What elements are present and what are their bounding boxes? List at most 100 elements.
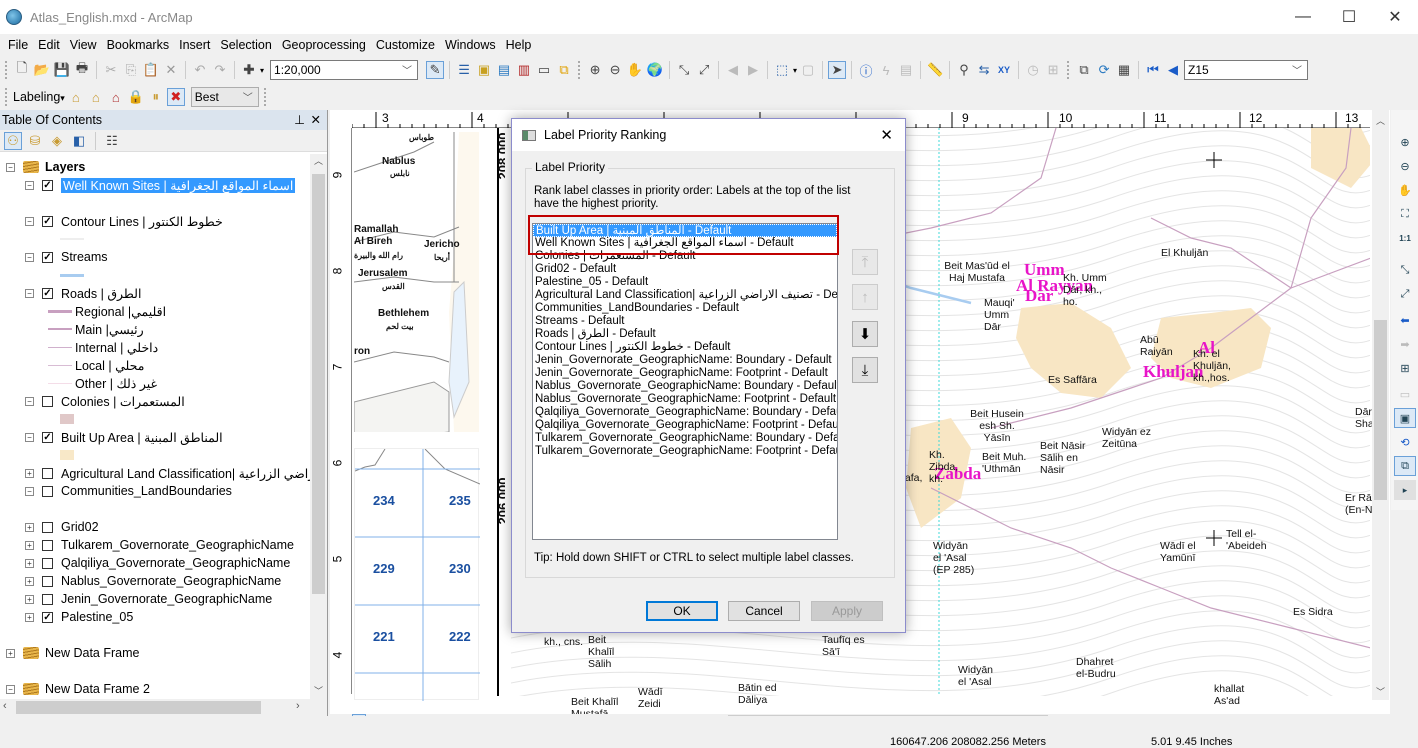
data-driven-pages-toolbar-icon[interactable]: ⧉	[1394, 456, 1416, 476]
print-icon[interactable]: 🖶	[73, 60, 91, 79]
label-class-item[interactable]: Communities_LandBoundaries - Default	[533, 302, 837, 315]
expand-icon[interactable]: +	[25, 558, 34, 568]
paste-icon[interactable]: 📋	[142, 61, 160, 79]
list-by-visibility-icon[interactable]: ◈	[48, 132, 66, 150]
go-back-extent-icon[interactable]: ⬅	[1394, 310, 1416, 330]
delete-icon[interactable]: ✕	[162, 61, 180, 79]
menu-view[interactable]: View	[65, 38, 102, 52]
close-button[interactable]: ✕	[1372, 0, 1418, 34]
cut-icon[interactable]: ✂	[102, 61, 120, 79]
expand-icon[interactable]: +	[25, 468, 34, 478]
menu-help[interactable]: Help	[501, 38, 537, 52]
data-driven-pages-icon[interactable]: ⧉	[1075, 61, 1093, 79]
label-manager-icon[interactable]: ⌂	[67, 88, 85, 106]
layer-checkbox[interactable]: ✓	[42, 431, 53, 443]
toc-item-communities[interactable]: − Communities_LandBoundaries	[25, 482, 232, 500]
zoom-in-icon[interactable]: ⊕	[586, 61, 604, 79]
expand-icon[interactable]: +	[25, 522, 34, 532]
expand-icon[interactable]: +	[25, 576, 34, 586]
select-dropdown-icon[interactable]: ▾	[793, 66, 797, 75]
layer-checkbox[interactable]: ✓	[42, 179, 53, 191]
toc-item-palestine05[interactable]: + ✓ Palestine_05	[25, 608, 133, 626]
scale-combo[interactable]: 1:20,000 ﹀	[270, 60, 419, 80]
layer-checkbox[interactable]	[42, 593, 53, 605]
toc-item-built-up-area[interactable]: − ✓ Built Up Area | المناطق المبنية	[25, 428, 223, 446]
toc-item-agricultural-land[interactable]: + Agricultural Land Classification| الارا…	[25, 464, 310, 482]
toc-item-layers[interactable]: − Layers	[6, 158, 85, 176]
scroll-up-icon[interactable]: ︿	[310, 154, 327, 167]
collapse-icon[interactable]: −	[25, 252, 34, 262]
toc-item-roads[interactable]: − ✓ Roads | الطرق	[25, 284, 141, 302]
zoom-100-percent-icon[interactable]: 1:1	[1394, 228, 1416, 248]
toc-item-new-data-frame[interactable]: + New Data Frame	[6, 644, 139, 662]
label-class-list[interactable]: Built Up Area | المناطق المبنية - Defaul…	[532, 223, 838, 540]
model-builder-icon[interactable]: ⧉	[555, 61, 573, 79]
label-class-item[interactable]: Contour Lines | خطوط الكنتور - Default	[533, 341, 837, 354]
list-by-drawing-order-icon[interactable]: ⚇	[4, 131, 22, 150]
select-elements-arrow-icon[interactable]: ➤	[828, 61, 847, 79]
label-class-item[interactable]: Agricultural Land Classification| تصنيف …	[533, 289, 837, 302]
menu-insert[interactable]: Insert	[174, 38, 215, 52]
toc-item-grid02[interactable]: + Grid02	[25, 518, 99, 536]
toc-item-jenin[interactable]: + Jenin_Governorate_GeographicName	[25, 590, 272, 608]
save-icon[interactable]: 💾	[53, 61, 71, 79]
label-class-item[interactable]: Grid02 - Default	[533, 263, 837, 276]
scroll-thumb[interactable]	[16, 701, 261, 714]
label-class-item[interactable]: Roads | الطرق - Default	[533, 328, 837, 341]
table-of-contents-icon[interactable]: ☰	[455, 61, 473, 79]
pan-hand-icon[interactable]: ✋	[626, 61, 644, 79]
toc-horizontal-scrollbar[interactable]: ‹ ›	[0, 699, 327, 716]
new-document-icon[interactable]: 🗋	[13, 60, 31, 79]
layer-checkbox[interactable]: ✓	[42, 215, 53, 227]
collapse-icon[interactable]: −	[25, 288, 34, 298]
add-data-dropdown-icon[interactable]: ▾	[260, 66, 264, 75]
undo-icon[interactable]: ↶	[191, 61, 209, 79]
collapse-icon[interactable]: −	[25, 486, 34, 496]
page-combo[interactable]: Z15 ﹀	[1184, 60, 1309, 80]
expand-icon[interactable]: +	[25, 540, 34, 550]
label-weight-ranking-icon[interactable]: ⌂	[107, 88, 125, 106]
toolbar-grip[interactable]	[5, 61, 8, 79]
layout-pan-icon[interactable]: ✋	[1394, 180, 1416, 200]
back-extent-icon[interactable]: ◀	[724, 61, 742, 79]
pause-labeling-icon[interactable]: ⏸	[147, 88, 165, 106]
zoom-control-icon[interactable]: ⊞	[1394, 358, 1416, 378]
scroll-thumb[interactable]	[312, 174, 325, 594]
menu-customize[interactable]: Customize	[371, 38, 440, 52]
label-class-item[interactable]: Palestine_05 - Default	[533, 276, 837, 289]
label-class-item[interactable]: Qalqiliya_Governorate_GeographicName: Fo…	[533, 419, 837, 432]
toc-item-contour-lines[interactable]: − ✓ Contour Lines | خطوط الكنتور	[25, 212, 223, 230]
menu-geoprocessing[interactable]: Geoprocessing	[277, 38, 371, 52]
pin-icon[interactable]: ⊥	[294, 112, 305, 127]
layer-checkbox[interactable]: ✓	[42, 287, 53, 299]
move-down-button[interactable]: ⬇	[852, 321, 878, 347]
label-class-item[interactable]: Nablus_Governorate_GeographicName: Bound…	[533, 380, 837, 393]
time-slider-icon[interactable]: ◷	[1024, 61, 1042, 79]
minimize-button[interactable]: —	[1280, 0, 1326, 34]
grid-index-map[interactable]: 234 235 229 230 221 222	[354, 448, 480, 701]
layer-checkbox[interactable]	[42, 557, 53, 569]
scroll-thumb[interactable]	[1374, 320, 1387, 500]
toolbar-grip[interactable]	[5, 88, 8, 106]
fixed-zoom-in-icon[interactable]: ⤡	[1394, 260, 1416, 280]
label-class-item[interactable]: Tulkarem_Governorate_GeographicName: Bou…	[533, 432, 837, 445]
fixed-zoom-out-icon[interactable]: ⤢	[695, 61, 713, 79]
apply-button[interactable]: Apply	[811, 601, 883, 621]
redo-icon[interactable]: ↷	[211, 61, 229, 79]
forward-extent-icon[interactable]: ▶	[744, 61, 762, 79]
label-class-item[interactable]: Jenin_Governorate_GeographicName: Bounda…	[533, 354, 837, 367]
expand-icon[interactable]: +	[25, 594, 34, 604]
clear-selection-icon[interactable]: ▢	[799, 61, 817, 79]
catalog-icon[interactable]: ▣	[475, 61, 493, 79]
find-route-icon[interactable]: ⇆	[975, 61, 993, 79]
collapse-icon[interactable]: −	[6, 684, 15, 694]
label-priority-ranking-icon[interactable]: ⌂	[87, 88, 105, 106]
toolbar-grip[interactable]	[1067, 61, 1070, 79]
list-by-selection-icon[interactable]: ◧	[70, 132, 88, 150]
layer-checkbox[interactable]: ✓	[42, 611, 53, 623]
layout-zoom-in-icon[interactable]: ⊕	[1394, 132, 1416, 152]
menu-file[interactable]: File	[3, 38, 33, 52]
view-unplaced-labels-icon[interactable]: ✖	[166, 88, 185, 106]
copy-icon[interactable]: ⎘	[122, 61, 140, 79]
html-popup-icon[interactable]: ▤	[897, 61, 915, 79]
